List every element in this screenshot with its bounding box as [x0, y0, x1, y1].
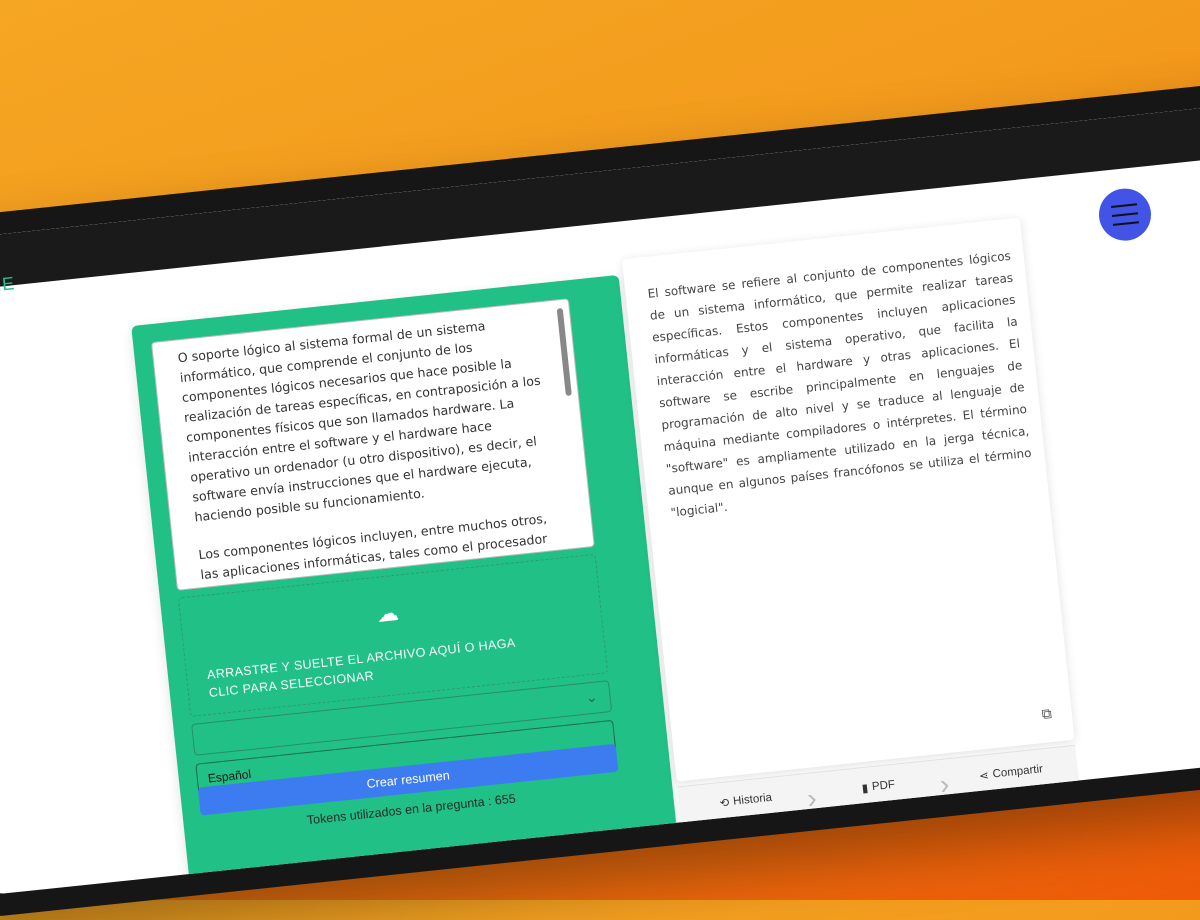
- cloud-upload-icon: ☁: [375, 599, 400, 627]
- summary-text: El software se refiere al conjunto de co…: [646, 248, 1033, 520]
- history-button[interactable]: ⟲ Historia ›: [679, 782, 818, 815]
- menu-button[interactable]: [1096, 186, 1154, 244]
- hamburger-icon: [1111, 203, 1138, 209]
- chevron-down-icon: ⌄: [584, 688, 599, 706]
- source-text-input[interactable]: O soporte lógico al sistema formal de un…: [150, 298, 595, 591]
- dropzone-label: ARRASTRE Y SUELTE EL ARCHIVO AQUÍ O HAGA…: [206, 635, 516, 700]
- input-paragraph-1: O soporte lógico al sistema formal de un…: [176, 318, 542, 525]
- brand-label: ME: [0, 273, 17, 296]
- pdf-button[interactable]: ▮ PDF ›: [811, 768, 950, 801]
- copy-icon[interactable]: ⧉: [1041, 705, 1053, 723]
- tablet-device: ME O soporte lógico al sistema formal de…: [0, 79, 1200, 920]
- input-card: O soporte lógico al sistema formal de un…: [131, 274, 678, 884]
- textarea-scrollbar[interactable]: [556, 307, 572, 397]
- share-icon: ⋖: [978, 769, 990, 783]
- file-icon: ▮: [861, 782, 869, 796]
- app-screen: ME O soporte lógico al sistema formal de…: [0, 103, 1200, 897]
- history-icon: ⟲: [719, 797, 730, 811]
- summary-output: El software se refiere al conjunto de co…: [621, 217, 1075, 782]
- share-button[interactable]: ⋖ Compartir: [944, 759, 1078, 787]
